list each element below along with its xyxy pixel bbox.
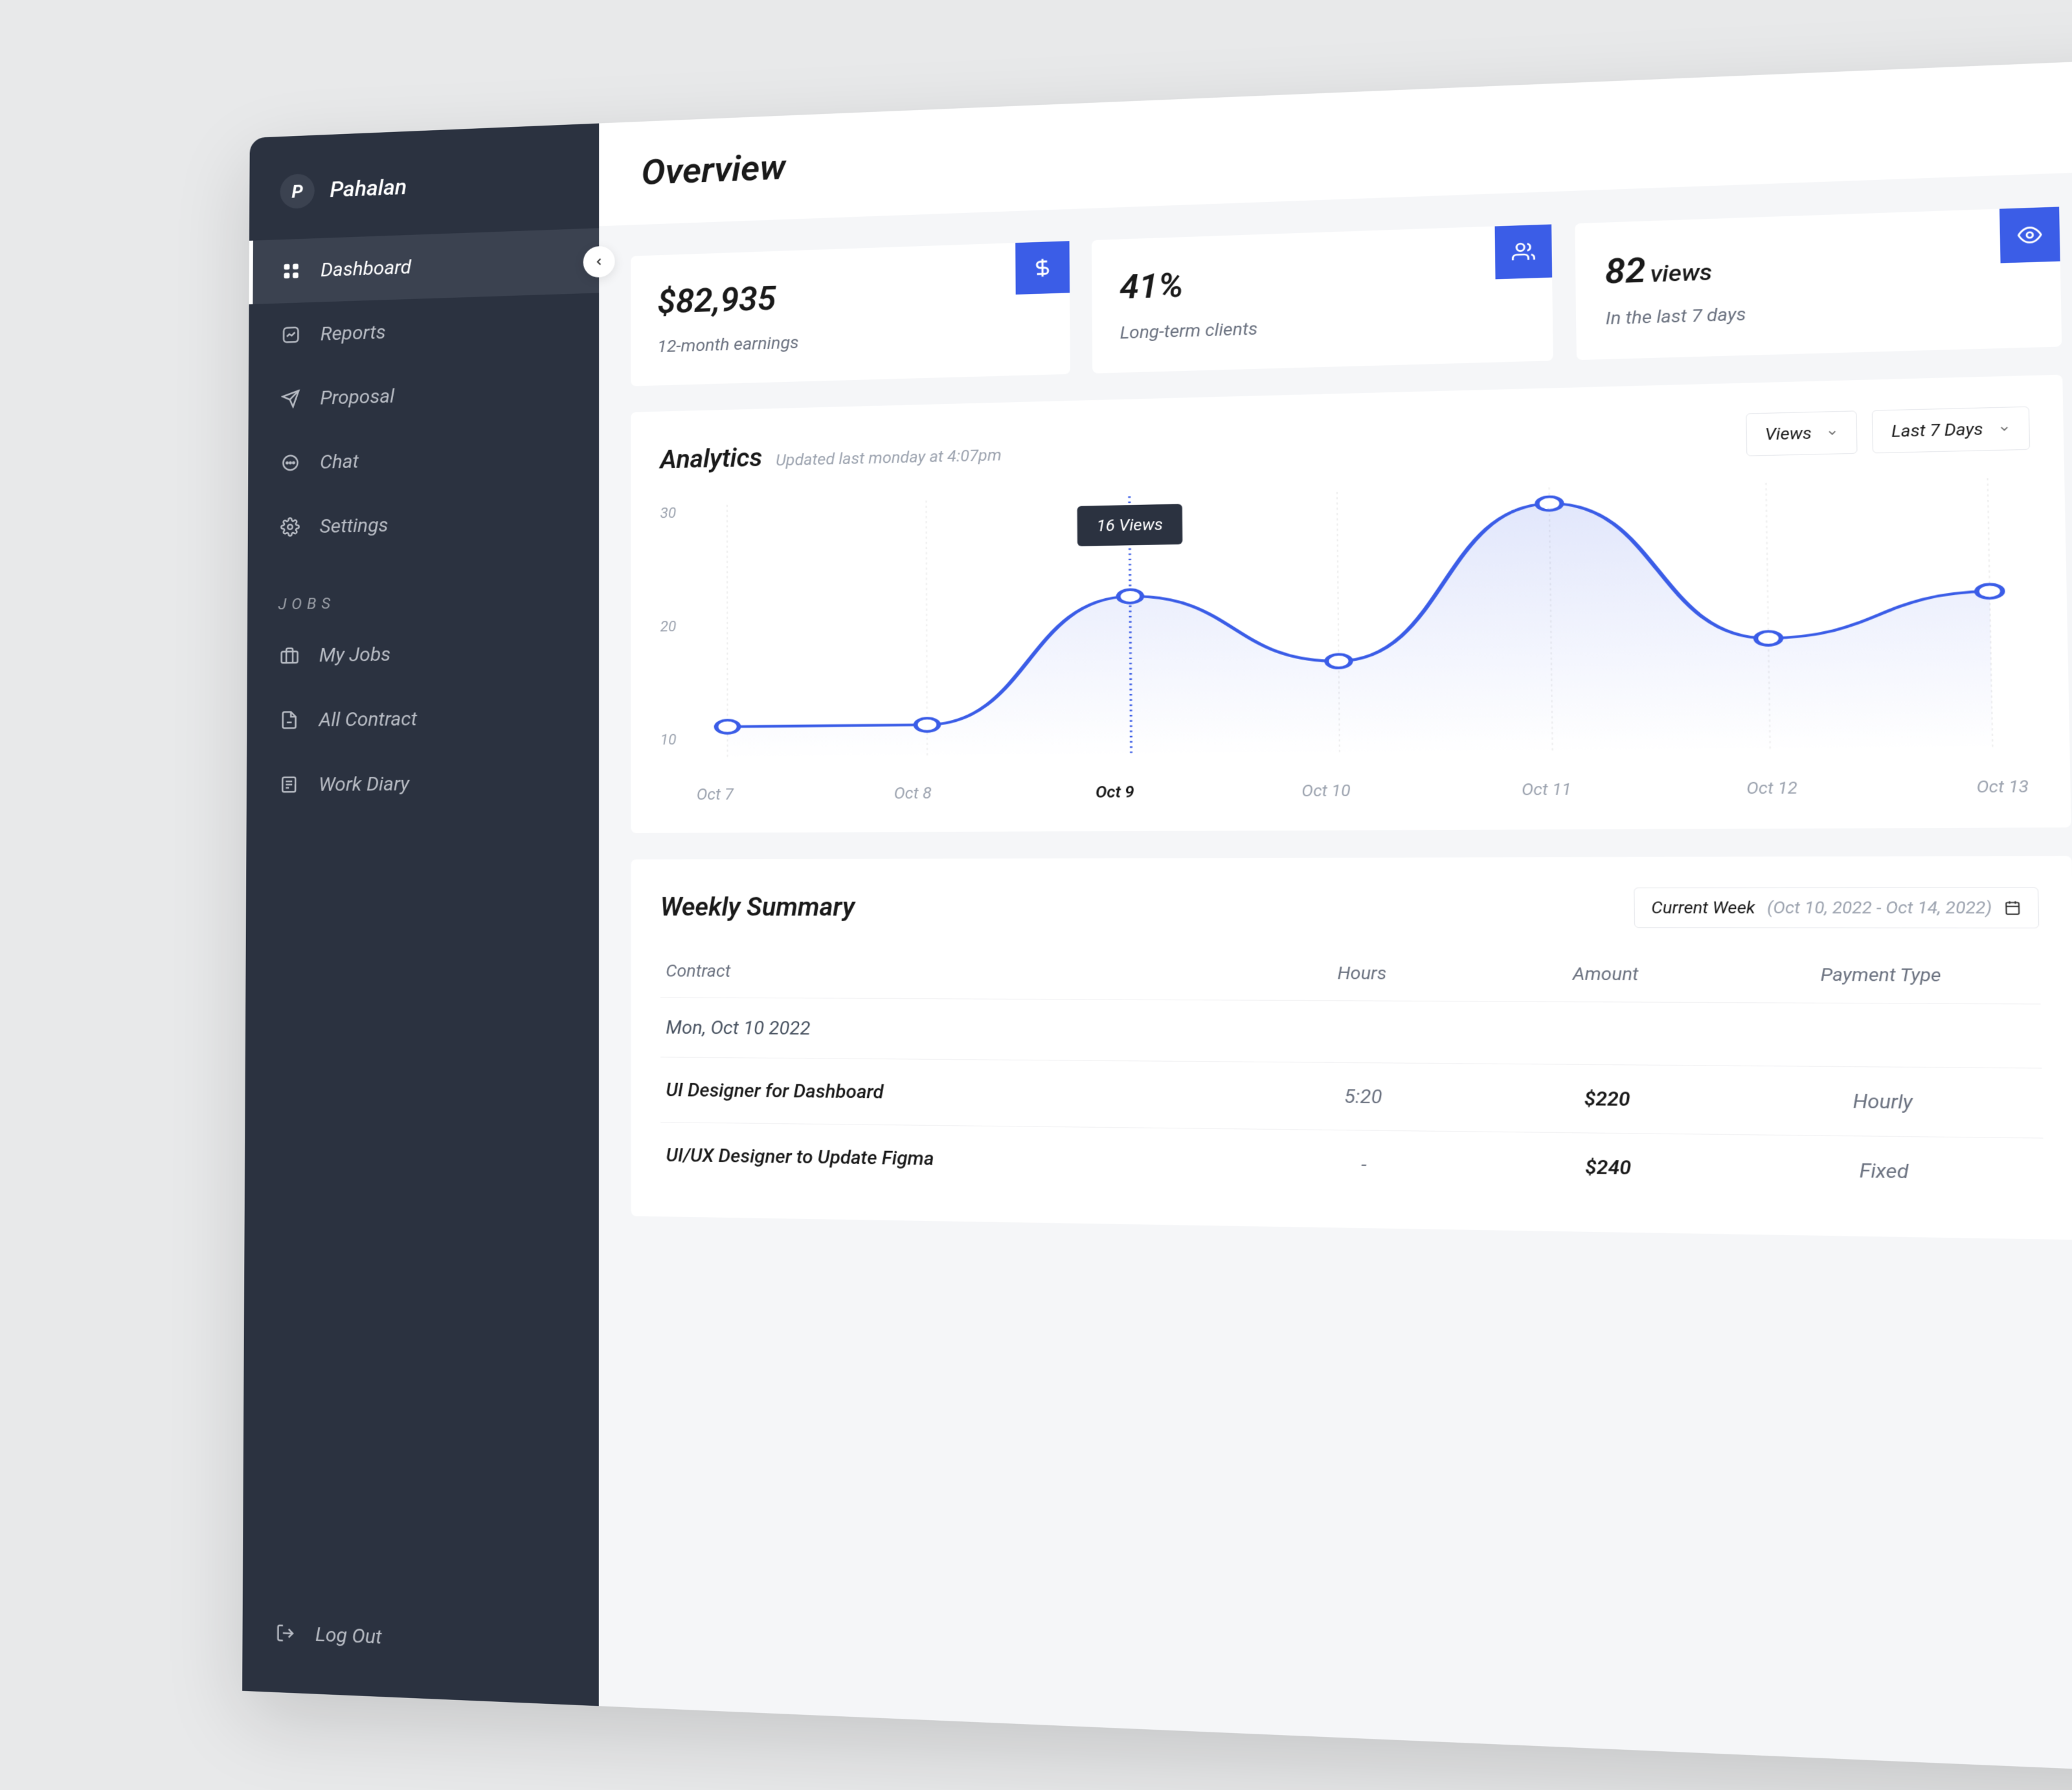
sidebar-item-label: Chat	[320, 450, 359, 473]
dollar-icon	[1015, 241, 1070, 295]
chat-icon	[279, 451, 302, 475]
chart-x-tick: Oct 11	[1522, 779, 1571, 799]
document-icon	[278, 708, 301, 732]
stat-card-clients: 41% Long-term clients	[1092, 225, 1554, 374]
eye-icon	[1999, 207, 2060, 263]
chevron-left-icon	[593, 256, 605, 268]
sidebar-item-label: My Jobs	[319, 643, 391, 666]
stat-card-views: 82views In the last 7 days	[1575, 207, 2062, 360]
chart-y-axis: 30 20 10	[660, 498, 676, 775]
week-picker-range: (Oct 10, 2022 - Oct 14, 2022)	[1767, 898, 1992, 918]
chart-x-tick: Oct 7	[697, 785, 734, 804]
chart-line-icon	[279, 323, 302, 347]
chart-x-tick: Oct 9	[1096, 783, 1134, 802]
chevron-down-icon	[1998, 423, 2010, 434]
select-value: Views	[1764, 423, 1812, 444]
sidebar-item-chat[interactable]: Chat	[248, 423, 599, 496]
sidebar-section-jobs: JOBS	[247, 554, 599, 624]
sidebar-item-label: Log Out	[315, 1623, 382, 1649]
brand: P Pahalan	[249, 149, 599, 240]
line-chart	[690, 469, 2036, 775]
sidebar-item-logout[interactable]: Log Out	[242, 1598, 599, 1679]
table-row[interactable]: UI/UX Designer to Update Figma - $240 Fi…	[660, 1122, 2044, 1208]
calendar-icon	[2004, 900, 2021, 915]
brand-name: Pahalan	[330, 174, 407, 203]
briefcase-icon	[278, 643, 301, 667]
send-icon	[279, 387, 302, 411]
analytics-metric-select[interactable]: Views	[1746, 410, 1858, 456]
stat-cards: $82,935 12-month earnings 41% Long-term …	[631, 207, 2062, 386]
logout-icon	[274, 1621, 297, 1646]
sidebar-item-label: All Contract	[319, 708, 417, 732]
users-icon	[1495, 225, 1553, 280]
sidebar-item-label: Work Diary	[319, 772, 409, 796]
stat-card-earnings: $82,935 12-month earnings	[631, 241, 1070, 386]
sidebar: P Pahalan Dashboard Reports Proposal	[242, 124, 599, 1706]
stat-value: 82views	[1605, 238, 2030, 292]
sidebar-item-label: Reports	[321, 320, 386, 345]
select-value: Last 7 Days	[1891, 420, 1983, 442]
sidebar-item-my-jobs[interactable]: My Jobs	[247, 619, 599, 689]
sidebar-item-work-diary[interactable]: Work Diary	[247, 750, 599, 817]
sidebar-item-proposal[interactable]: Proposal	[249, 358, 600, 432]
brand-logo: P	[280, 173, 314, 209]
grid-icon	[280, 259, 303, 283]
week-picker-label: Current Week	[1651, 898, 1755, 917]
page-title: Overview	[641, 147, 785, 194]
stat-label: In the last 7 days	[1606, 296, 2031, 330]
analytics-range-select[interactable]: Last 7 Days	[1872, 407, 2030, 454]
gear-icon	[278, 515, 302, 539]
weekly-summary-card: Weekly Summary Current Week (Oct 10, 202…	[631, 856, 2072, 1240]
table-header: Contract Hours Amount Payment Type	[660, 945, 2041, 1003]
sidebar-item-all-contract[interactable]: All Contract	[247, 684, 599, 753]
stat-value: 41%	[1120, 255, 1524, 307]
note-icon	[277, 773, 300, 796]
sidebar-item-dashboard[interactable]: Dashboard	[249, 228, 600, 304]
analytics-chart: 30 20 10 16 Views	[660, 469, 2036, 804]
sidebar-item-settings[interactable]: Settings	[248, 488, 599, 560]
stat-value: $82,935	[657, 271, 1042, 322]
chart-x-tick: Oct 13	[1976, 777, 2029, 797]
stat-label: Long-term clients	[1120, 311, 1524, 343]
chart-x-tick: Oct 12	[1746, 778, 1797, 798]
table-date-row: Mon, Oct 10 2022	[660, 997, 2042, 1068]
analytics-updated: Updated last monday at 4:07pm	[776, 446, 1002, 470]
stat-label: 12-month earnings	[657, 326, 1042, 357]
sidebar-item-label: Proposal	[320, 385, 394, 409]
sidebar-item-reports[interactable]: Reports	[249, 293, 599, 368]
chart-tooltip: 16 Views	[1077, 504, 1182, 546]
analytics-card: Analytics Updated last monday at 4:07pm …	[631, 375, 2071, 833]
main: Overview $82,935	[599, 43, 2072, 1790]
sidebar-item-label: Settings	[320, 513, 388, 537]
chart-x-tick: Oct 8	[894, 784, 932, 803]
chevron-down-icon	[1827, 427, 1839, 439]
week-picker[interactable]: Current Week (Oct 10, 2022 - Oct 14, 202…	[1634, 887, 2040, 928]
chart-x-tick: Oct 10	[1301, 781, 1350, 800]
sidebar-item-label: Dashboard	[321, 256, 411, 281]
analytics-title: Analytics	[660, 443, 762, 475]
weekly-title: Weekly Summary	[660, 893, 855, 922]
